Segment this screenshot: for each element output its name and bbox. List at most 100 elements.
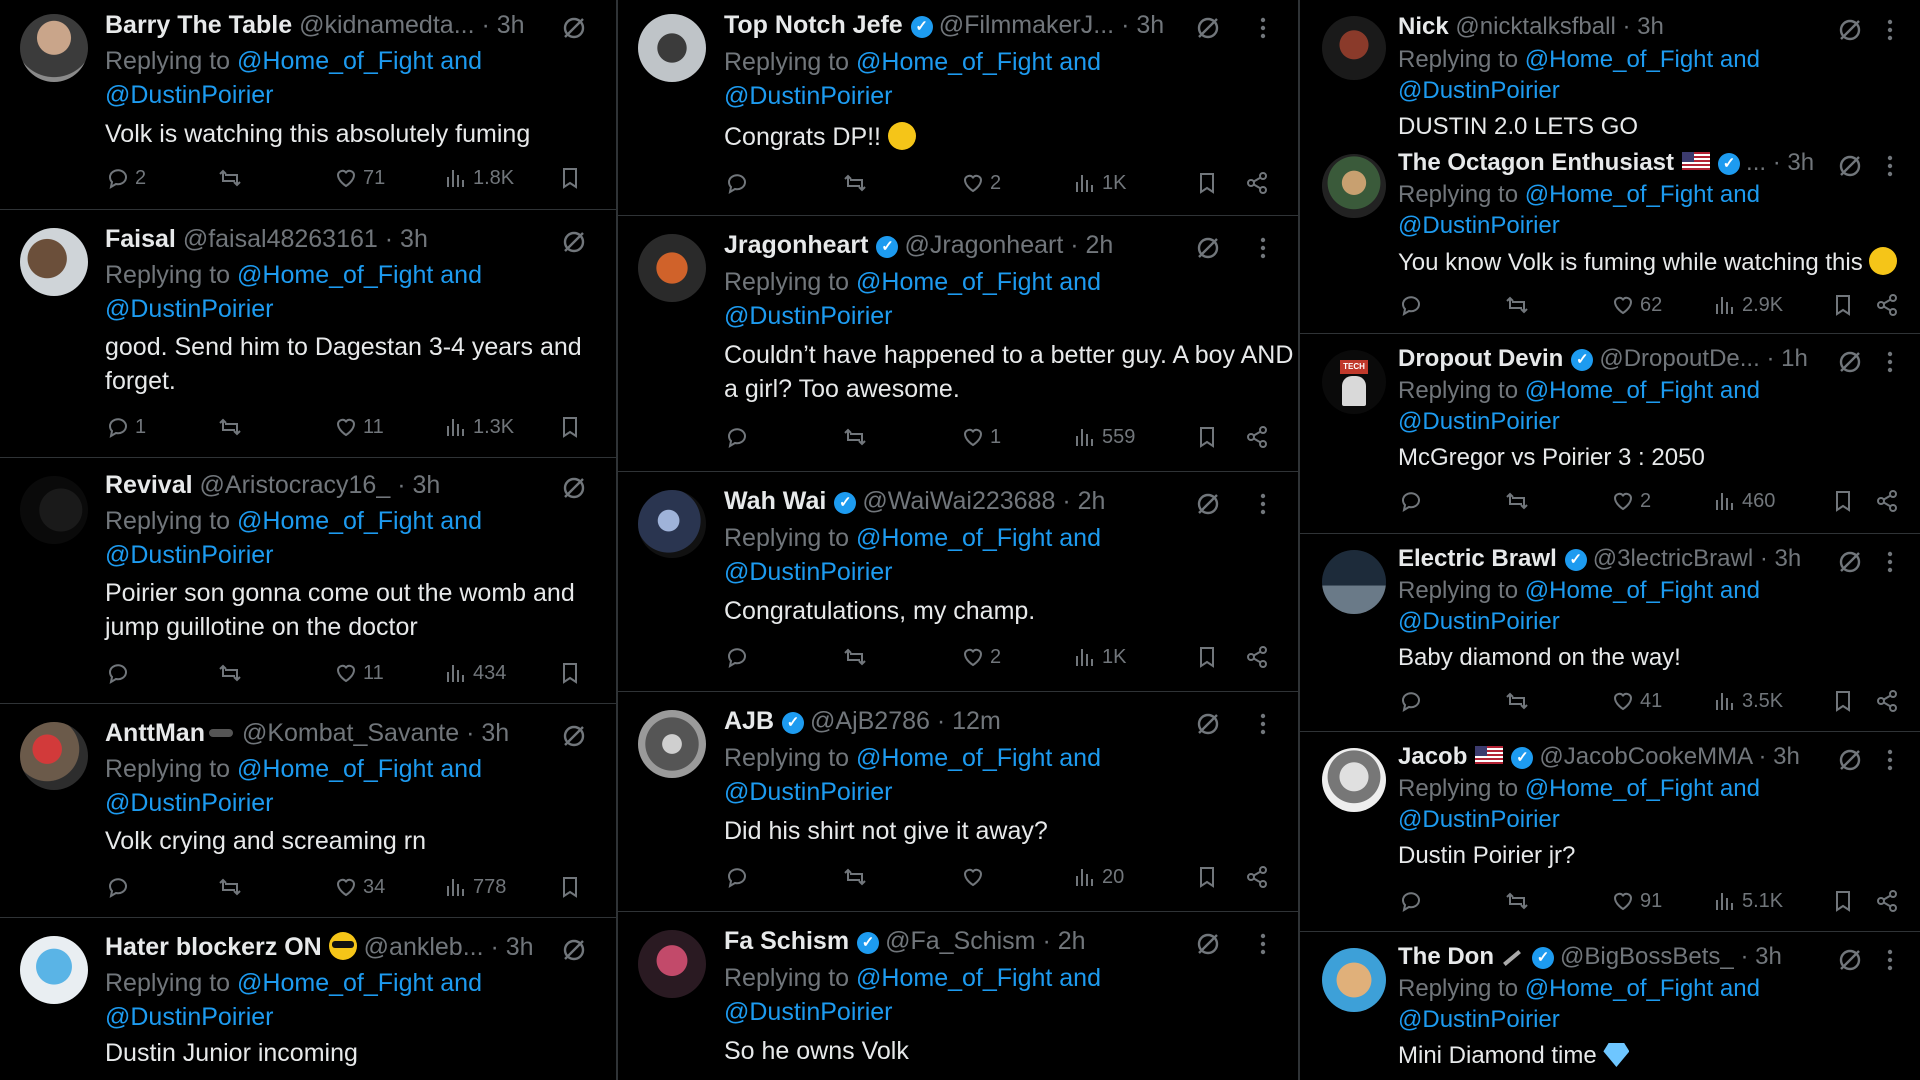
mention-link[interactable]: @Home_of_Fight and (237, 261, 482, 289)
retweet-button[interactable] (1504, 292, 1530, 318)
user-handle[interactable]: @ankleb... (364, 933, 484, 961)
user-handle[interactable]: @3lectricBrawl (1593, 545, 1753, 572)
retweet-button[interactable] (1504, 688, 1530, 714)
views-button[interactable]: 434 (443, 660, 506, 686)
mention-link[interactable]: @DustinPoirier (105, 81, 273, 109)
avatar[interactable] (638, 14, 706, 82)
bookmark-button[interactable] (557, 165, 583, 191)
display-name[interactable]: Jragonheart (724, 231, 868, 259)
mention-link[interactable]: @DustinPoirier (724, 998, 892, 1026)
mention-link[interactable]: @DustinPoirier (105, 1003, 273, 1031)
display-name[interactable]: Top Notch Jefe (724, 11, 903, 39)
display-name[interactable]: Jacob (1398, 743, 1467, 770)
share-button[interactable] (1874, 688, 1900, 714)
views-button[interactable]: 778 (443, 874, 506, 900)
avatar[interactable] (1322, 16, 1386, 80)
grok-icon[interactable] (1836, 746, 1864, 774)
more-icon[interactable] (1258, 930, 1268, 958)
tweet[interactable]: The Octagon Enthusiast ✓... · 3h Replying… (1300, 140, 1920, 334)
share-button[interactable] (1874, 488, 1900, 514)
tweet[interactable]: Jragonheart ✓ @Jragonheart · 2h Replying t… (618, 216, 1298, 472)
retweet-button[interactable] (217, 874, 243, 900)
bookmark-button[interactable] (1194, 170, 1220, 196)
grok-icon[interactable] (560, 14, 588, 42)
mention-link[interactable]: @Home_of_Fight and (1525, 181, 1760, 208)
mention-link[interactable]: @DustinPoirier (1398, 1006, 1560, 1033)
retweet-button[interactable] (842, 424, 868, 450)
bookmark-button[interactable] (1830, 688, 1856, 714)
reply-button[interactable] (105, 660, 135, 686)
display-name[interactable]: AJB (724, 707, 774, 735)
timestamp[interactable]: · 3h (1760, 545, 1801, 572)
mention-link[interactable]: @Home_of_Fight and (237, 755, 482, 783)
grok-icon[interactable] (1836, 152, 1864, 180)
avatar[interactable] (638, 234, 706, 302)
views-button[interactable]: 3.5K (1712, 688, 1783, 714)
views-button[interactable]: 1.3K (443, 414, 514, 440)
display-name[interactable]: Dropout Devin (1398, 345, 1563, 372)
avatar[interactable]: TECH (1322, 350, 1386, 414)
avatar[interactable] (638, 710, 706, 778)
tweet[interactable]: Electric Brawl ✓ @3lectricBrawl · 3h Reply… (1300, 534, 1920, 732)
tweet[interactable]: Top Notch Jefe ✓ @FilmmakerJ... · 3h Reply… (618, 0, 1298, 216)
grok-icon[interactable] (560, 722, 588, 750)
tweet[interactable]: AJB ✓ @AjB2786 · 12m Replying to @Home_of_… (618, 692, 1298, 912)
views-button[interactable]: 1K (1072, 644, 1126, 670)
mention-link[interactable]: @DustinPoirier (1398, 608, 1560, 635)
avatar[interactable] (20, 722, 88, 790)
tweet[interactable]: Barry The Table @kidnamedta... · 3h Repl… (0, 0, 616, 210)
reply-button[interactable]: 2 (105, 165, 146, 191)
display-name[interactable]: AnttMan (105, 719, 205, 747)
timestamp[interactable]: · 1h (1766, 345, 1807, 372)
timestamp[interactable]: · 3h (466, 719, 509, 747)
mention-link[interactable]: @Home_of_Fight and (1525, 577, 1760, 604)
like-button[interactable]: 91 (1610, 888, 1662, 914)
like-button[interactable]: 11 (333, 414, 384, 440)
mention-link[interactable]: @DustinPoirier (105, 789, 273, 817)
user-handle[interactable]: @WaiWai223688 (862, 487, 1055, 515)
user-handle[interactable]: @Aristocracy16_ (200, 471, 391, 499)
like-button[interactable]: 2 (1610, 488, 1651, 514)
bookmark-button[interactable] (1830, 888, 1856, 914)
tweet[interactable]: Wah Wai ✓ @WaiWai223688 · 2h Replying to @… (618, 472, 1298, 692)
views-button[interactable]: 1.8K (443, 165, 514, 191)
grok-icon[interactable] (560, 474, 588, 502)
grok-icon[interactable] (1836, 946, 1864, 974)
avatar[interactable] (20, 476, 88, 544)
more-icon[interactable] (1258, 710, 1268, 738)
mention-link[interactable]: @Home_of_Fight and (237, 969, 482, 997)
share-button[interactable] (1244, 644, 1270, 670)
user-handle[interactable]: @JacobCookeMMA (1539, 743, 1751, 770)
display-name[interactable]: The Don (1398, 943, 1494, 970)
avatar[interactable] (20, 228, 88, 296)
views-button[interactable]: 20 (1072, 864, 1124, 890)
bookmark-button[interactable] (1830, 292, 1856, 318)
user-handle[interactable]: @nicktalksfball (1455, 13, 1615, 40)
views-button[interactable]: 5.1K (1712, 888, 1783, 914)
like-button[interactable]: 34 (333, 874, 385, 900)
user-handle[interactable]: @Fa_Schism (885, 927, 1035, 955)
timestamp[interactable]: · 3h (481, 11, 524, 39)
grok-icon[interactable] (1836, 548, 1864, 576)
user-handle[interactable]: ... (1746, 149, 1766, 176)
mention-link[interactable]: @DustinPoirier (724, 778, 892, 806)
tweet[interactable]: Fa Schism ✓ @Fa_Schism · 2h Replying to @H… (618, 912, 1298, 1080)
avatar[interactable] (1322, 948, 1386, 1012)
avatar[interactable] (638, 930, 706, 998)
retweet-button[interactable] (1504, 888, 1530, 914)
timestamp[interactable]: · 2h (1042, 927, 1085, 955)
retweet-button[interactable] (217, 660, 243, 686)
avatar[interactable] (638, 490, 706, 558)
mention-link[interactable]: @DustinPoirier (724, 302, 892, 330)
timestamp[interactable]: · 3h (1759, 743, 1800, 770)
reply-button[interactable] (724, 644, 754, 670)
timestamp[interactable]: · 3h (1622, 13, 1663, 40)
tweet[interactable]: Jacob ✓ @JacobCookeMMA · 3h Replying to @H… (1300, 732, 1920, 932)
tweet[interactable]: Hater blockerz ON @ankleb... · 3h Replyi… (0, 918, 616, 1080)
more-icon[interactable] (1258, 490, 1268, 518)
bookmark-button[interactable] (1194, 644, 1220, 670)
like-button[interactable]: 71 (333, 165, 385, 191)
avatar[interactable] (1322, 154, 1386, 218)
views-button[interactable]: 559 (1072, 424, 1135, 450)
more-icon[interactable] (1258, 234, 1268, 262)
